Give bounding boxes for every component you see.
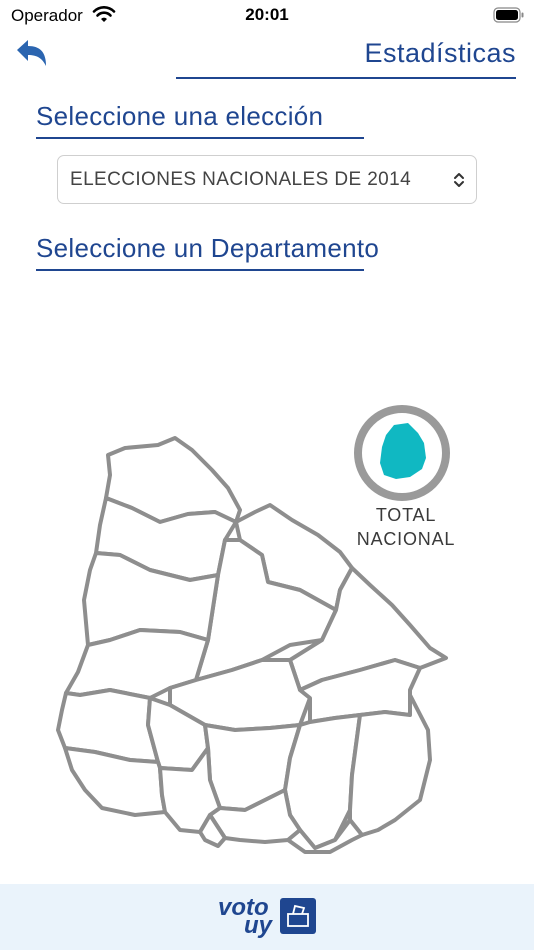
total-label-line2: NACIONAL <box>356 529 456 549</box>
election-select-value: ELECCIONES NACIONALES DE 2014 <box>70 169 412 190</box>
total-label-line1: TOTAL <box>375 505 437 525</box>
voto-uy-logo: voto uy <box>218 894 320 939</box>
footer: voto uy <box>0 884 534 950</box>
back-arrow-icon <box>17 40 46 66</box>
clock: 20:01 <box>245 5 289 24</box>
total-nacional-label: TOTAL NACIONAL <box>352 503 460 551</box>
uruguay-map-icon <box>354 405 450 501</box>
ballot-box-icon <box>280 898 316 934</box>
title-underline <box>176 77 516 79</box>
election-section-underline <box>36 137 364 139</box>
election-section-label: Seleccione una elección <box>36 101 324 131</box>
department-section-underline <box>36 269 364 271</box>
department-rocha[interactable] <box>348 693 432 837</box>
chevron-up-down-icon <box>454 173 464 187</box>
page-title: Estadísticas <box>364 38 516 68</box>
status-bar: Operador 20:01 <box>0 0 534 32</box>
total-nacional-button[interactable]: TOTAL NACIONAL <box>352 403 454 549</box>
department-section-label: Seleccione un Departamento <box>36 233 380 263</box>
logo-word-uy: uy <box>244 912 273 939</box>
election-select[interactable]: ELECCIONES NACIONALES DE 2014 <box>57 155 477 204</box>
back-button[interactable] <box>12 36 52 72</box>
battery-icon <box>493 7 524 23</box>
